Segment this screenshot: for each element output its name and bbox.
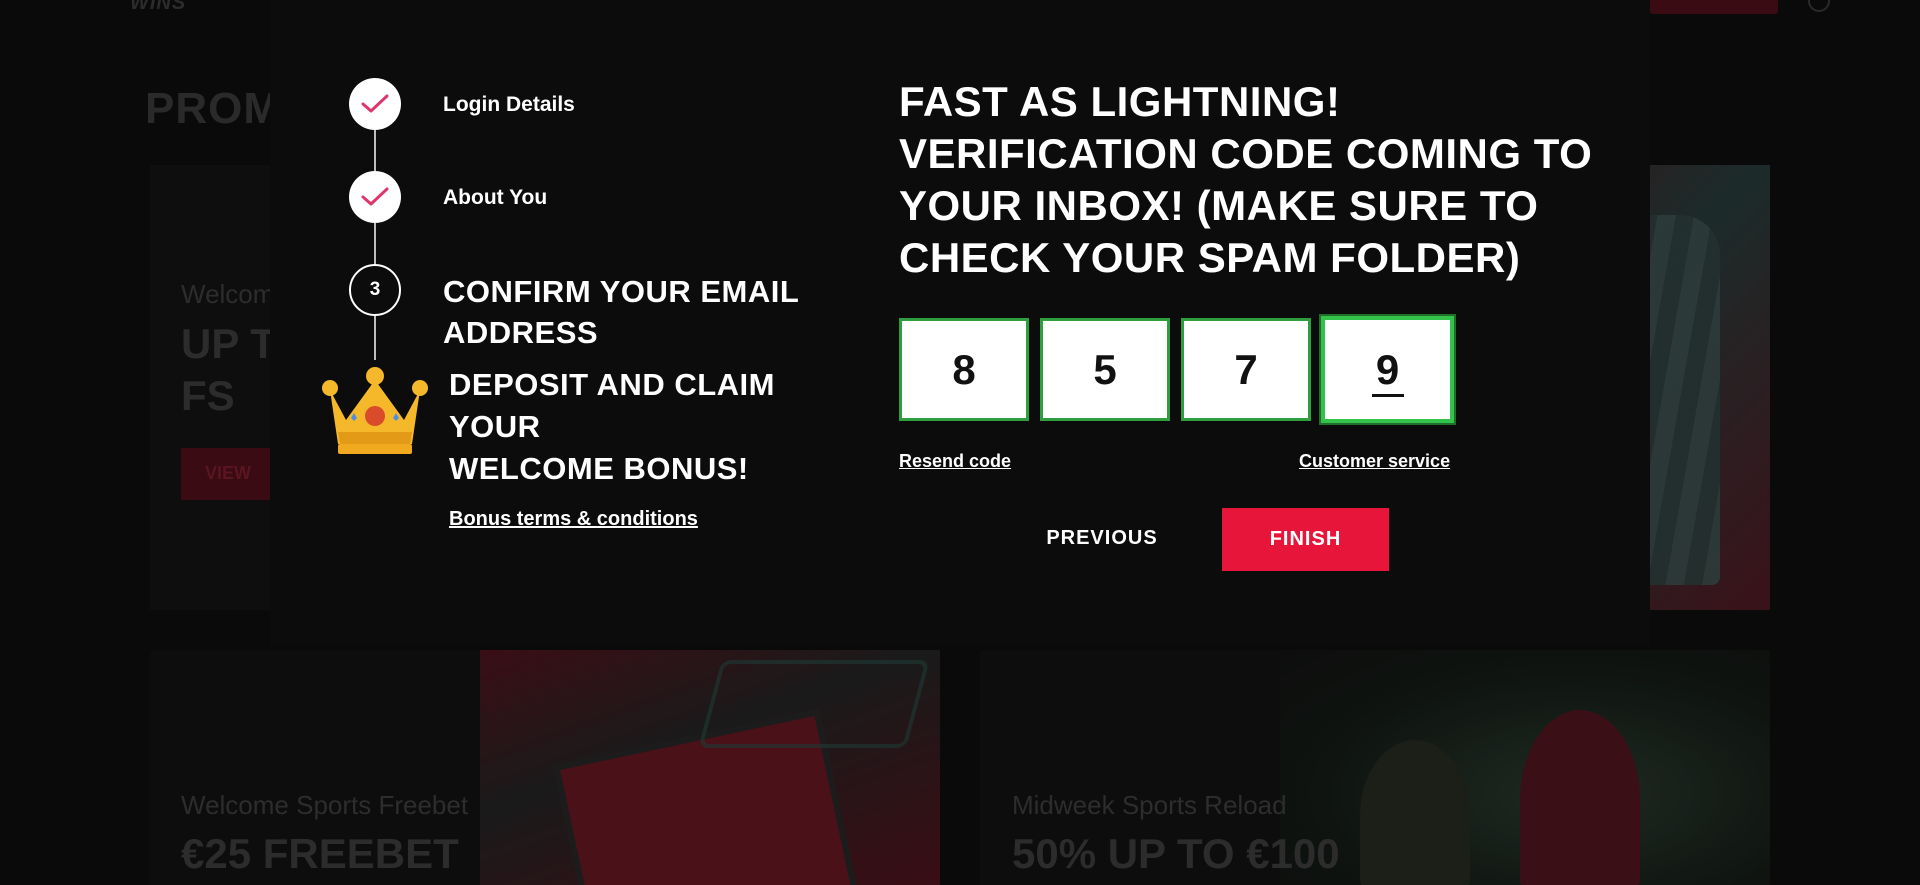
customer-service-link[interactable]: Customer service — [1299, 451, 1450, 472]
promo-card-image — [1280, 650, 1770, 885]
promo-card-label: Welcom — [181, 279, 275, 309]
header-button — [1650, 0, 1778, 14]
promo-card-headline: UP T — [181, 320, 276, 367]
text-caret — [1371, 394, 1404, 397]
check-icon — [361, 94, 389, 113]
step-1-label: Login Details — [443, 93, 575, 116]
code-digit-value: 5 — [1093, 345, 1117, 393]
step-2-label: About You — [443, 186, 548, 209]
finish-button[interactable]: FINISH — [1222, 508, 1389, 571]
step-3-indicator: 3 — [349, 264, 401, 316]
previous-button[interactable]: PREVIOUS — [1030, 508, 1174, 568]
promo-card-label: Welcome Sports Freebet — [181, 790, 469, 820]
site-logo: WINS — [130, 0, 187, 14]
step-3-label: CONFIRM YOUR EMAIL ADDRESS — [443, 274, 799, 350]
code-digit-value: 9 — [1375, 345, 1400, 393]
code-digit-2[interactable]: 5 — [1040, 318, 1170, 421]
step-connector — [374, 130, 376, 173]
bonus-heading: DEPOSIT AND CLAIM YOUR WELCOME BONUS! — [449, 364, 849, 490]
resend-code-link[interactable]: Resend code — [899, 451, 1011, 472]
promo-card-image — [480, 650, 940, 885]
crown-icon — [322, 367, 428, 454]
check-icon — [361, 187, 389, 206]
page-title: PROM — [145, 84, 281, 133]
promo-card-label: Midweek Sports Reload — [1012, 790, 1287, 820]
bonus-terms-link[interactable]: Bonus terms & conditions — [449, 508, 698, 531]
promo-card-headline-2: FS — [181, 372, 235, 419]
promo-view-label: VIEW — [205, 463, 252, 483]
header-avatar — [1808, 0, 1830, 12]
step-connector — [374, 223, 376, 266]
promo-card-headline: 50% UP TO €100 — [1012, 830, 1340, 877]
step-connector — [374, 316, 376, 360]
code-digit-3[interactable]: 7 — [1181, 318, 1311, 421]
step-1-indicator — [349, 78, 401, 130]
code-digit-1[interactable]: 8 — [899, 318, 1029, 421]
code-digit-4[interactable]: 9 — [1319, 314, 1456, 425]
bonus-heading-line: WELCOME BONUS! — [449, 451, 749, 486]
bonus-heading-line: DEPOSIT AND CLAIM — [449, 367, 775, 402]
step-2-indicator — [349, 171, 401, 223]
code-digit-value: 8 — [952, 345, 976, 393]
code-digit-value: 7 — [1234, 345, 1258, 393]
bonus-heading-line: YOUR — [449, 409, 541, 444]
verification-headline: FAST AS LIGHTNING! VERIFICATION CODE COM… — [899, 78, 1593, 281]
promo-card-headline: €25 FREEBET — [181, 830, 459, 877]
